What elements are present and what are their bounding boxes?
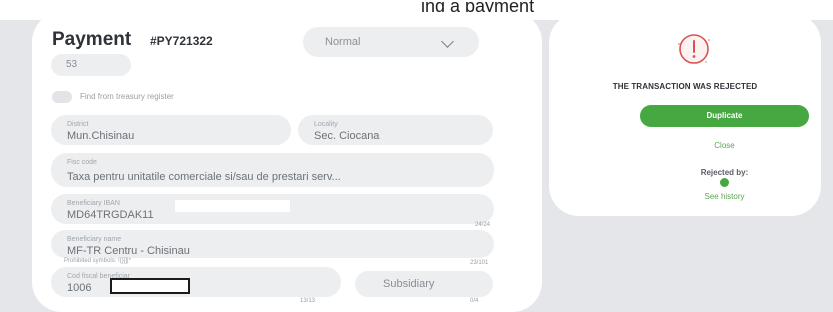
- locality-field[interactable]: Locality Sec. Ciocana: [298, 115, 493, 145]
- user-avatar: [720, 178, 729, 187]
- iban-value: MD64TRGDAK11: [67, 209, 154, 221]
- locality-label: Locality: [314, 121, 338, 128]
- payment-id: #PY721322: [150, 34, 213, 48]
- fisc-code-field[interactable]: Fisc code Taxa pentru unitatile comercia…: [51, 153, 494, 187]
- locality-value: Sec. Ciocana: [314, 130, 380, 142]
- district-field[interactable]: District Mun.Chisinau: [51, 115, 291, 145]
- redaction-box: [110, 278, 190, 294]
- beneficiary-name-label: Beneficiary name: [67, 236, 122, 243]
- rejected-by-label: Rejected by:: [700, 168, 749, 177]
- beneficiary-name-field[interactable]: Beneficiary name MF-TR Centru - Chisinau: [51, 230, 494, 258]
- subsidiary-counter: 0/4: [470, 298, 479, 304]
- fiscal-code-counter: 13/13: [300, 298, 316, 304]
- district-value: Mun.Chisinau: [67, 130, 135, 142]
- redaction-box: [175, 200, 290, 212]
- fisc-code-label: Fisc code: [67, 159, 97, 166]
- subsidiary-field[interactable]: Subsidiary: [355, 271, 493, 297]
- fiscal-code-value: 1006: [67, 282, 92, 294]
- district-label: District: [67, 121, 89, 128]
- fisc-code-value: Taxa pentru unitatile comerciale si/sau …: [67, 171, 341, 183]
- payment-type-value: Normal: [325, 36, 361, 48]
- iban-label: Beneficiary IBAN: [67, 200, 120, 207]
- duplicate-button[interactable]: Duplicate: [640, 105, 809, 127]
- close-link[interactable]: Close: [640, 141, 809, 150]
- payment-type-select[interactable]: Normal: [303, 27, 479, 57]
- treasury-checkbox-label: Find from treasury register: [80, 92, 174, 101]
- subsidiary-value: Subsidiary: [383, 278, 435, 290]
- small-field[interactable]: 53: [51, 54, 131, 76]
- see-history-link[interactable]: See history: [640, 192, 809, 201]
- beneficiary-name-value: MF-TR Centru - Chisinau: [67, 245, 190, 257]
- beneficiary-name-counter: 23/101: [470, 260, 489, 266]
- chevron-down-icon: [441, 35, 454, 48]
- status-title: THE TRANSACTION WAS REJECTED: [612, 82, 758, 91]
- small-field-value: 53: [66, 59, 78, 70]
- page-title: Payment: [52, 29, 132, 50]
- treasury-checkbox[interactable]: [52, 91, 72, 103]
- prohibited-symbols-hint: Prohibited symbols: !{}[]|*: [64, 258, 131, 264]
- fiscal-code-field[interactable]: Cod fiscal beneficiar 1006: [51, 267, 341, 297]
- alert-icon: [678, 34, 710, 64]
- iban-counter: 24/24: [475, 222, 491, 228]
